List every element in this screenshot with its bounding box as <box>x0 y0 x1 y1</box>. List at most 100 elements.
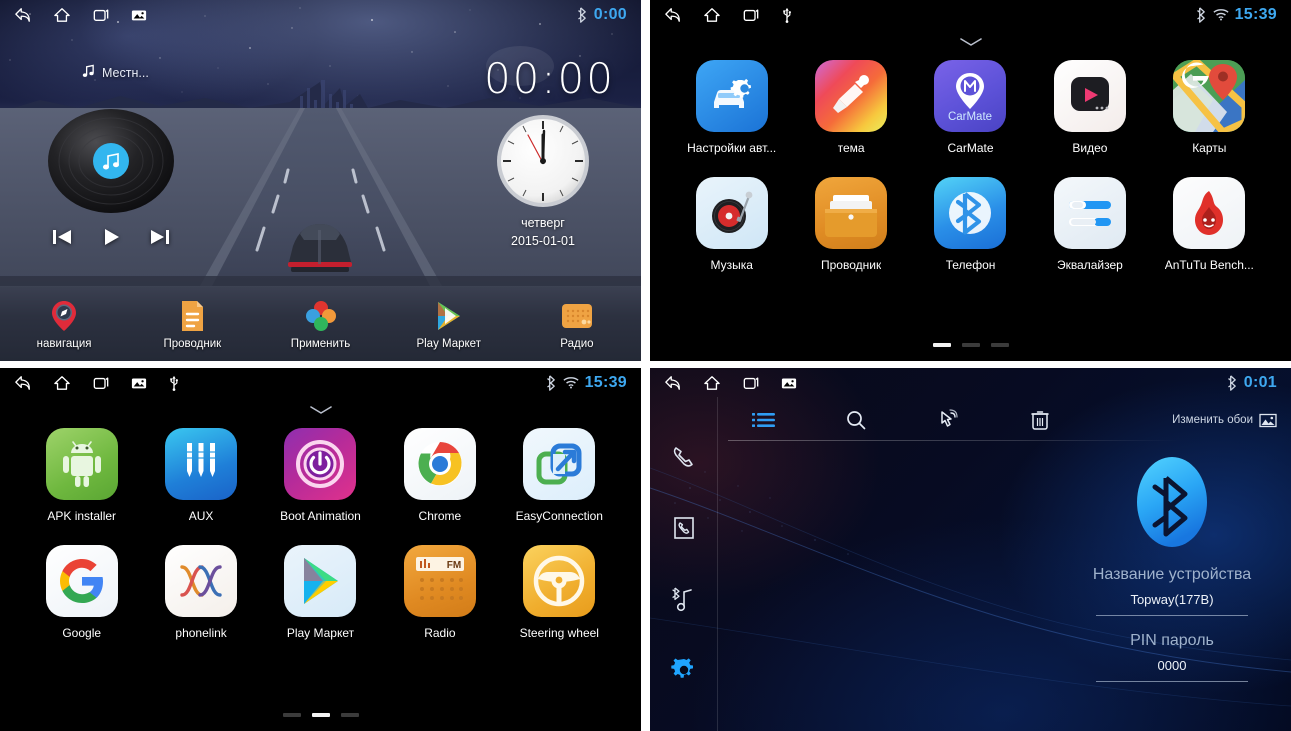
toolbar-list-button[interactable] <box>718 410 810 430</box>
drawer-pull-handle[interactable] <box>0 401 641 419</box>
app-play-store[interactable]: Play Маркет <box>261 545 380 640</box>
back-icon[interactable] <box>14 7 32 23</box>
screenshot-icon[interactable] <box>131 376 147 390</box>
app-label: EasyConnection <box>515 509 603 523</box>
app-apk-installer[interactable]: APK installer <box>22 428 141 523</box>
usb-icon[interactable] <box>168 374 180 391</box>
app-music[interactable]: Музыка <box>672 177 791 272</box>
dock-item-apply[interactable]: Применить <box>256 298 384 350</box>
app-label: AnTuTu Bench... <box>1164 258 1254 272</box>
app-chrome[interactable]: Chrome <box>380 428 499 523</box>
page-dot-2[interactable] <box>961 343 980 347</box>
app-maps[interactable]: Карты <box>1150 60 1269 155</box>
app-carmate[interactable]: CarMate CarMate <box>911 60 1030 155</box>
bluetooth-icon <box>546 374 557 391</box>
app-label: Проводник <box>820 258 882 272</box>
device-name-value[interactable]: Topway(177B) <box>1096 592 1248 616</box>
toolbar-delete-button[interactable] <box>994 409 1086 431</box>
sidebar-item-dialpad[interactable] <box>667 440 701 474</box>
dock-item-file-manager[interactable]: Проводник <box>128 298 256 350</box>
app-video[interactable]: Видео <box>1030 60 1149 155</box>
usb-icon[interactable] <box>781 6 793 23</box>
app-boot-animation[interactable]: Boot Animation <box>261 428 380 523</box>
music-turntable-icon <box>695 177 768 249</box>
recents-icon[interactable] <box>742 375 760 391</box>
theme-brush-icon <box>815 60 888 132</box>
app-label: Эквалайзер <box>1056 258 1123 272</box>
app-aux[interactable]: AUX <box>141 428 260 523</box>
back-icon[interactable] <box>14 375 32 391</box>
home-icon[interactable] <box>53 375 71 391</box>
back-icon[interactable] <box>664 7 682 23</box>
app-steering-wheel[interactable]: Steering wheel <box>500 545 619 640</box>
app-label: Настройки авт... <box>687 141 777 155</box>
antutu-icon <box>1173 177 1246 249</box>
home-icon[interactable] <box>53 7 71 23</box>
list-icon <box>752 413 775 427</box>
next-track-icon[interactable] <box>149 227 171 247</box>
toolbar-select-button[interactable] <box>902 409 994 431</box>
app-equalizer[interactable]: Эквалайзер <box>1030 177 1149 272</box>
app-theme[interactable]: тема <box>791 60 910 155</box>
sidebar-item-settings[interactable] <box>667 653 701 687</box>
chrome-icon <box>403 428 476 500</box>
page-indicator-apps1[interactable] <box>650 343 1291 347</box>
dock-item-radio[interactable]: Радио <box>513 298 641 350</box>
device-pin-value[interactable]: 0000 <box>1096 658 1248 682</box>
page-dot-3[interactable] <box>990 343 1009 347</box>
bluetooth-toolbar: Изменить обои <box>718 401 1291 439</box>
drawer-pull-handle[interactable] <box>650 33 1291 51</box>
recents-icon[interactable] <box>742 7 760 23</box>
dock-label: Радио <box>560 338 594 350</box>
back-icon[interactable] <box>664 375 682 391</box>
sidebar-item-bluetooth-music[interactable] <box>667 582 701 616</box>
dock-label: Проводник <box>163 338 222 350</box>
recents-icon[interactable] <box>92 7 110 23</box>
contacts-book-icon <box>673 516 694 539</box>
screenshot-icon[interactable] <box>131 8 147 22</box>
sidebar-item-contacts[interactable] <box>667 511 701 545</box>
play-icon[interactable] <box>100 226 122 248</box>
app-file-explorer[interactable]: Проводник <box>791 177 910 272</box>
equalizer-icon <box>1053 177 1126 249</box>
home-music-source[interactable]: Местн... <box>82 64 149 81</box>
app-label: Карты <box>1192 141 1227 155</box>
statusbar-bluetooth: 0:01 <box>650 368 1291 397</box>
app-label: Steering wheel <box>519 626 599 640</box>
page-dot-3[interactable] <box>340 713 359 717</box>
page-dot-2[interactable] <box>311 713 330 717</box>
car-settings-icon <box>695 60 768 132</box>
page-dot-1[interactable] <box>932 343 951 347</box>
home-icon[interactable] <box>703 375 721 391</box>
toolbar-search-button[interactable] <box>810 409 902 431</box>
recents-icon[interactable] <box>92 375 110 391</box>
app-car-settings[interactable]: Настройки авт... <box>672 60 791 155</box>
app-radio[interactable]: FM Radio <box>380 545 499 640</box>
page-indicator-apps2[interactable] <box>0 713 641 717</box>
app-phone[interactable]: Телефон <box>911 177 1030 272</box>
home-icon[interactable] <box>703 7 721 23</box>
vinyl-album-art[interactable] <box>38 105 184 217</box>
app-antutu[interactable]: AnTuTu Bench... <box>1150 177 1269 272</box>
play-store-icon <box>437 302 460 330</box>
app-label: AUX <box>188 509 214 523</box>
dock-item-play-store[interactable]: Play Маркет <box>385 298 513 350</box>
device-pin-label: PIN пароль <box>1130 632 1214 649</box>
change-wallpaper-button[interactable]: Изменить обои <box>1172 413 1291 428</box>
dock-item-navigation[interactable]: навигация <box>0 298 128 350</box>
home-digital-clock: 00:00 <box>483 54 615 103</box>
app-label: APK installer <box>47 509 117 523</box>
app-google[interactable]: Google <box>22 545 141 640</box>
dock-label: Play Маркет <box>416 338 481 350</box>
page-dot-1[interactable] <box>282 713 301 717</box>
home-dock: навигация Проводник Применить Play Марке… <box>0 287 641 361</box>
app-phonelink[interactable]: phonelink <box>141 545 260 640</box>
trash-icon <box>1031 411 1049 430</box>
image-icon <box>1259 413 1277 427</box>
screenshot-icon[interactable] <box>781 376 797 390</box>
app-label: Телефон <box>945 258 996 272</box>
home-transport-controls[interactable] <box>38 220 184 254</box>
fm-radio-icon: FM <box>403 545 476 617</box>
app-easyconnection[interactable]: EasyConnection <box>500 428 619 523</box>
prev-track-icon[interactable] <box>51 227 73 247</box>
